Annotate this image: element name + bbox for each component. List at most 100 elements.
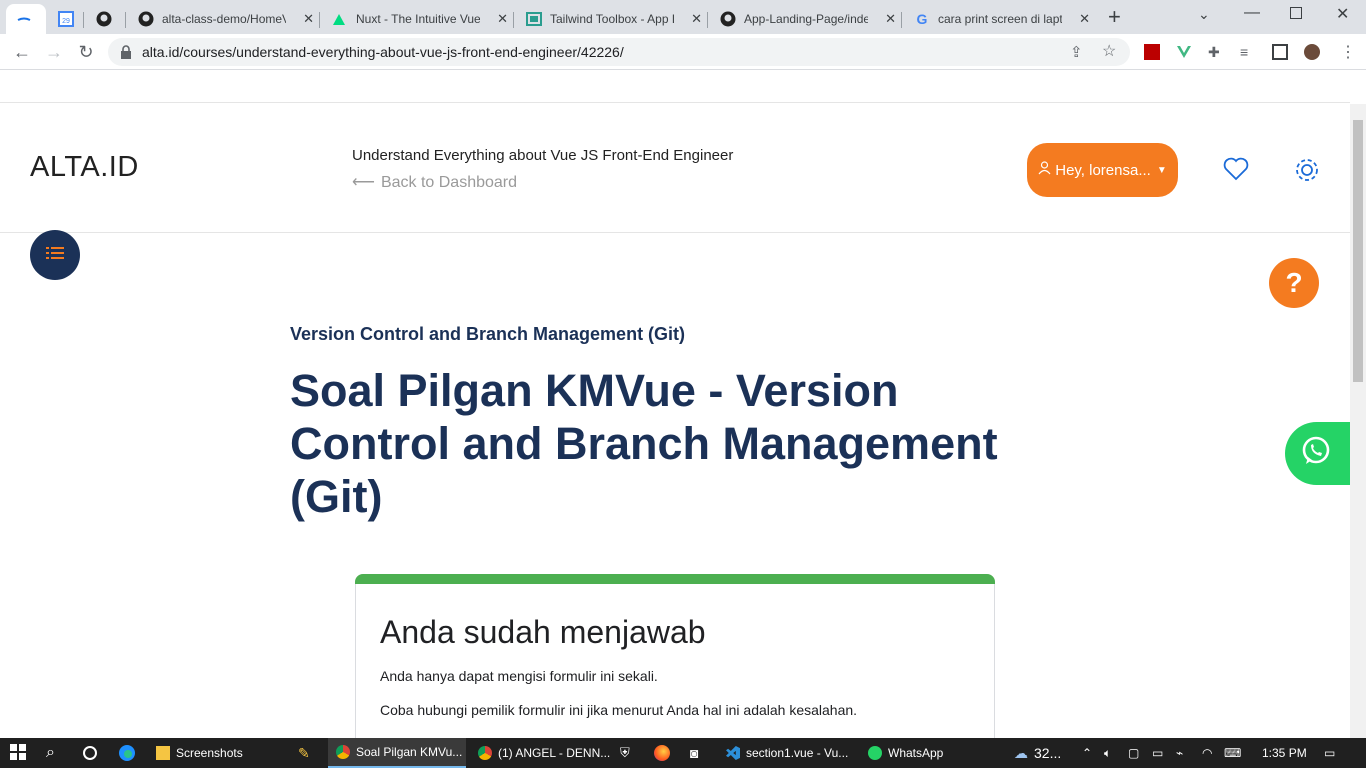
edge-icon[interactable] bbox=[118, 738, 136, 768]
tab-search-icon[interactable]: ⌄ bbox=[1198, 6, 1210, 23]
tab-nuxt[interactable]: Nuxt - The Intuitive Vue ✕ bbox=[322, 4, 514, 34]
taskbar-item-vscode[interactable]: section1.vue - Vu... bbox=[722, 738, 860, 768]
browser-menu-icon[interactable]: ⋮ bbox=[1340, 42, 1356, 62]
close-window-button[interactable]: ✕ bbox=[1336, 4, 1349, 24]
close-tab-icon[interactable]: ✕ bbox=[691, 11, 702, 27]
page-title: Soal Pilgan KMVue - Version Control and … bbox=[290, 365, 998, 522]
address-bar[interactable]: alta.id/courses/understand-everything-ab… bbox=[108, 38, 1130, 66]
url-text: alta.id/courses/understand-everything-ab… bbox=[142, 44, 624, 60]
user-menu-button[interactable]: Hey, lorensa... ▼ bbox=[1027, 143, 1178, 197]
new-tab-button[interactable]: + bbox=[1108, 4, 1121, 30]
whatsapp-button[interactable] bbox=[1285, 422, 1350, 485]
google-icon: G bbox=[914, 11, 930, 27]
forward-arrow-icon[interactable]: → bbox=[44, 42, 64, 62]
tab-tailwind-toolbox[interactable]: Tailwind Toolbox - App L ✕ bbox=[516, 4, 708, 34]
vue-devtools-icon[interactable] bbox=[1176, 44, 1192, 60]
card-message-1: Anda hanya dapat mengisi formulir ini se… bbox=[380, 668, 658, 684]
task-view-icon[interactable] bbox=[82, 738, 98, 768]
bookmark-star-icon[interactable]: ☆ bbox=[1102, 41, 1116, 61]
tab-github-pinned[interactable] bbox=[86, 4, 126, 34]
close-tab-icon[interactable]: ✕ bbox=[497, 11, 508, 27]
clock[interactable]: 1:35 PM bbox=[1262, 738, 1307, 768]
chrome-icon bbox=[478, 746, 492, 760]
tab-title: App-Landing-Page/inde bbox=[744, 12, 868, 26]
meet-now-icon[interactable]: ▢ bbox=[1128, 738, 1139, 768]
svg-text:29: 29 bbox=[62, 18, 70, 25]
settings-gear-icon[interactable] bbox=[1293, 156, 1321, 189]
side-panel-icon[interactable] bbox=[1272, 44, 1288, 60]
left-arrow-icon: ⟵ bbox=[352, 174, 375, 191]
user-icon bbox=[1038, 161, 1051, 179]
page-scrollbar[interactable] bbox=[1350, 104, 1366, 738]
security-shield-icon[interactable]: ⛨ bbox=[620, 738, 630, 768]
taskbar-item-chrome-active[interactable]: Soal Pilgan KMVu... bbox=[328, 738, 466, 768]
profile-avatar[interactable] bbox=[1304, 44, 1320, 60]
wifi-icon[interactable]: ◠ bbox=[1202, 738, 1212, 768]
calendar-icon: 29 bbox=[58, 11, 74, 27]
close-tab-icon[interactable]: ✕ bbox=[1079, 11, 1090, 27]
github-icon bbox=[96, 11, 112, 27]
tab-title: cara print screen di lapto bbox=[938, 12, 1062, 26]
nuxt-icon bbox=[332, 11, 348, 27]
loading-icon bbox=[16, 11, 32, 27]
camera-icon[interactable]: ◙ bbox=[690, 738, 698, 768]
minimize-button[interactable]: — bbox=[1244, 4, 1260, 22]
tab-calendar[interactable]: 29 bbox=[48, 4, 84, 34]
taskbar-item-whatsapp[interactable]: WhatsApp bbox=[864, 738, 964, 768]
tab-google[interactable]: G cara print screen di lapto ✕ bbox=[904, 4, 1096, 34]
back-arrow-icon[interactable]: ← bbox=[12, 42, 32, 62]
taskbar-label: Soal Pilgan KMVu... bbox=[356, 745, 463, 759]
show-hidden-icons-chevron-icon[interactable]: ⌃ bbox=[1082, 738, 1092, 768]
back-label: Back to Dashboard bbox=[380, 174, 518, 191]
help-button[interactable]: ? bbox=[1269, 258, 1319, 308]
battery-icon[interactable]: ▭ bbox=[1152, 738, 1163, 768]
notifications-icon[interactable]: ▭ bbox=[1324, 738, 1335, 768]
card-accent-bar bbox=[355, 574, 995, 584]
extensions-puzzle-icon[interactable]: ✚ bbox=[1208, 44, 1224, 60]
search-icon[interactable]: ⌕ bbox=[46, 738, 55, 768]
lesson-list-button[interactable] bbox=[30, 230, 80, 280]
volume-icon[interactable]: 🔈︎ bbox=[1104, 738, 1111, 768]
windows-taskbar: ⌕ Screenshots ✎ Soal Pilgan KMVu... (1) … bbox=[0, 738, 1366, 768]
taskbar-label: (1) ANGEL - DENN... bbox=[498, 746, 611, 760]
tab-title: Nuxt - The Intuitive Vue bbox=[356, 12, 480, 26]
svg-text:G: G bbox=[917, 11, 928, 27]
firefox-icon[interactable] bbox=[654, 738, 670, 768]
network-off-icon[interactable]: ⌁ bbox=[1176, 738, 1183, 768]
caret-down-icon: ▼ bbox=[1156, 164, 1167, 176]
taskbar-label: WhatsApp bbox=[888, 746, 944, 760]
vscode-icon bbox=[726, 746, 740, 760]
tab-github-alta[interactable]: alta-class-demo/HomeV ✕ bbox=[128, 4, 320, 34]
folder-icon bbox=[156, 746, 170, 760]
cloud-icon: ☁ bbox=[1014, 744, 1028, 761]
restore-button[interactable] bbox=[1290, 7, 1302, 19]
tab-title: Tailwind Toolbox - App L bbox=[550, 12, 674, 26]
taskbar-item-chrome-youtube[interactable]: (1) ANGEL - DENN... bbox=[470, 738, 612, 768]
taskbar-item-screenshots[interactable]: Screenshots bbox=[150, 738, 290, 768]
reading-list-icon[interactable]: ≡ bbox=[1240, 44, 1256, 60]
scrollbar-thumb[interactable] bbox=[1353, 120, 1363, 382]
tab-github-landing[interactable]: App-Landing-Page/inde ✕ bbox=[710, 4, 902, 34]
close-tab-icon[interactable]: ✕ bbox=[885, 11, 896, 27]
reload-icon[interactable]: ↻ bbox=[76, 42, 96, 62]
section-subtitle: Version Control and Branch Management (G… bbox=[290, 324, 686, 344]
chrome-icon bbox=[336, 745, 350, 759]
start-button[interactable] bbox=[10, 738, 26, 768]
weather-temp: 32... bbox=[1034, 745, 1062, 761]
pen-app-icon[interactable]: ✎ bbox=[298, 738, 310, 768]
tailwind-toolbox-icon bbox=[526, 11, 542, 27]
keyboard-icon[interactable]: ⌨ bbox=[1224, 738, 1241, 768]
site-logo[interactable]: ALTA.ID bbox=[30, 151, 139, 184]
site-header: ALTA.ID Understand Everything about Vue … bbox=[0, 102, 1350, 233]
tab-active[interactable] bbox=[6, 4, 46, 34]
wishlist-heart-icon[interactable] bbox=[1223, 157, 1249, 186]
weather-widget[interactable]: ☁ 32... bbox=[1014, 738, 1061, 768]
close-tab-icon[interactable]: ✕ bbox=[303, 11, 314, 27]
course-title: Understand Everything about Vue JS Front… bbox=[352, 147, 734, 164]
back-to-dashboard-link[interactable]: ⟵ Back to Dashboard bbox=[352, 172, 517, 192]
card-message-2: Coba hubungi pemilik formulir ini jika m… bbox=[380, 702, 858, 718]
extension-red-icon[interactable] bbox=[1144, 44, 1160, 60]
github-icon bbox=[138, 11, 154, 27]
browser-toolbar: ← → ↻ alta.id/courses/understand-everyth… bbox=[0, 34, 1366, 70]
share-icon[interactable]: ⇪ bbox=[1070, 43, 1083, 61]
